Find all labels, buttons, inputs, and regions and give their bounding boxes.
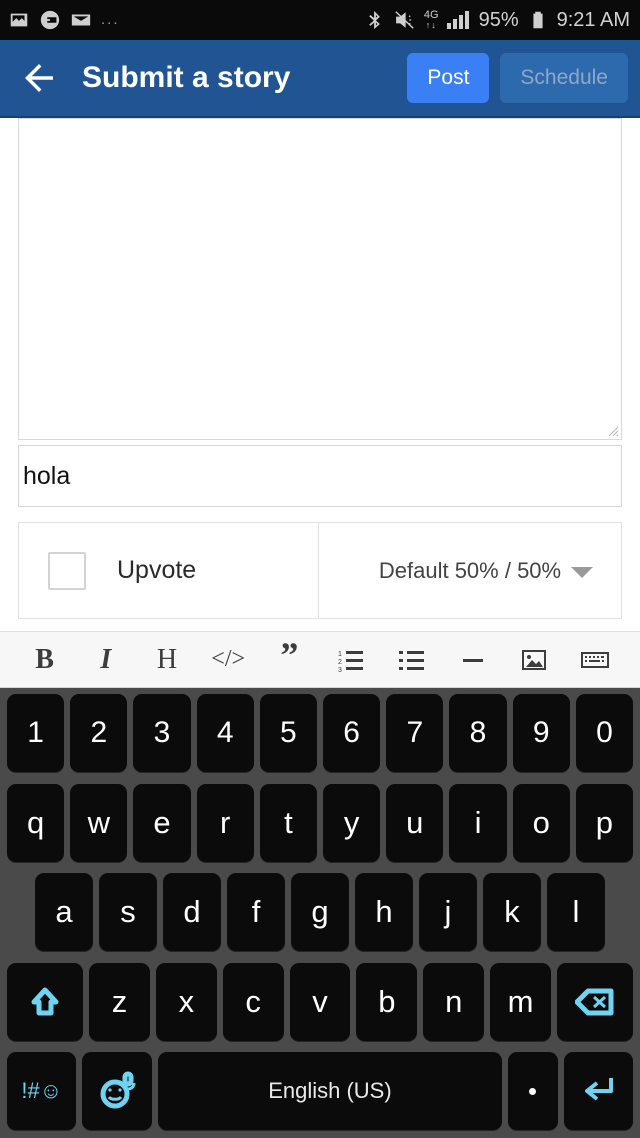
key-9[interactable]: 9 [512, 694, 570, 772]
space-key[interactable]: English (US) [157, 1052, 502, 1130]
reward-dropdown[interactable]: Default 50% / 50% [319, 523, 621, 618]
key-e[interactable]: e [133, 783, 191, 862]
story-options-row: Upvote Default 50% / 50% [18, 522, 622, 619]
period-key[interactable] [507, 1052, 558, 1130]
key-3[interactable]: 3 [133, 694, 191, 772]
story-form: hola Upvote Default 50% / 50% [0, 118, 640, 619]
keyboard-icon[interactable] [573, 638, 617, 682]
download-circle-icon [39, 9, 61, 31]
story-title-value: hola [23, 461, 71, 490]
key-i[interactable]: i [449, 783, 507, 862]
backspace-icon[interactable] [556, 962, 633, 1041]
key-y[interactable]: y [323, 783, 381, 862]
signal-bars-icon [446, 11, 471, 29]
bold-icon[interactable]: B [23, 638, 67, 682]
clock-label: 9:21 AM [556, 8, 630, 31]
image-icon[interactable] [512, 638, 556, 682]
key-m[interactable]: m [490, 962, 551, 1041]
key-a[interactable]: a [35, 873, 93, 951]
code-icon[interactable]: </> [206, 638, 250, 682]
battery-icon [527, 9, 549, 31]
key-r[interactable]: r [196, 783, 254, 862]
key-o[interactable]: o [512, 783, 570, 862]
app-bar: Submit a story Post Schedule [0, 40, 640, 118]
key-6[interactable]: 6 [323, 694, 381, 772]
bluetooth-icon [364, 9, 386, 31]
key-n[interactable]: n [423, 962, 485, 1041]
key-u[interactable]: u [386, 783, 444, 862]
story-body-textarea[interactable] [18, 118, 622, 440]
chevron-down-icon[interactable] [571, 566, 593, 578]
key-8[interactable]: 8 [449, 694, 507, 772]
key-5[interactable]: 5 [259, 694, 317, 772]
key-v[interactable]: v [289, 962, 351, 1041]
svg-text:2: 2 [338, 659, 342, 666]
svg-text:1: 1 [338, 651, 342, 658]
shift-arrow-icon[interactable] [7, 962, 84, 1041]
key-t[interactable]: t [259, 783, 317, 862]
keyboard-row-top: q w e r t y u i o p [4, 783, 636, 862]
keyboard-row-space: !#☺ English (US) [4, 1052, 636, 1130]
quote-icon[interactable]: ” [267, 633, 311, 677]
key-h[interactable]: h [355, 873, 413, 951]
period-dot-icon [529, 1087, 537, 1095]
photo-icon [8, 9, 30, 31]
key-7[interactable]: 7 [386, 694, 444, 772]
vibrate-mute-icon [394, 9, 416, 31]
schedule-button[interactable]: Schedule [500, 53, 628, 103]
key-l[interactable]: l [547, 873, 605, 951]
upvote-option[interactable]: Upvote [19, 523, 319, 618]
svg-text:3: 3 [338, 667, 342, 672]
key-p[interactable]: p [575, 783, 634, 862]
format-toolbar: B I H </> ” 1 2 3 [0, 631, 640, 688]
keyboard-row-bottom: z x c v b n m [4, 962, 636, 1041]
key-d[interactable]: d [163, 873, 221, 951]
ordered-list-icon[interactable]: 1 2 3 [329, 638, 373, 682]
keyboard-row-numbers: 1 2 3 4 5 6 7 8 9 0 [4, 694, 636, 772]
arrow-left-icon[interactable] [18, 57, 60, 99]
key-w[interactable]: w [70, 783, 128, 862]
page-title: Submit a story [82, 61, 291, 94]
resize-handle-icon[interactable] [605, 423, 619, 437]
key-f[interactable]: f [227, 873, 285, 951]
network-type-label: 4G ↑↓ [423, 9, 439, 31]
key-j[interactable]: j [419, 873, 477, 951]
phone-screen: ... 4G ↑↓ 95% 9:21 AM Submit a story Post… [0, 0, 640, 1138]
heading-icon[interactable]: H [145, 638, 189, 682]
story-title-input[interactable]: hola [18, 445, 622, 507]
key-x[interactable]: x [155, 962, 217, 1041]
overflow-dots-icon: ... [101, 11, 120, 28]
status-bar-right: 4G ↑↓ 95% 9:21 AM [356, 9, 630, 32]
emoji-mic-icon[interactable] [82, 1052, 152, 1130]
key-q[interactable]: q [6, 783, 65, 862]
envelope-icon [70, 9, 92, 31]
key-k[interactable]: k [483, 873, 541, 951]
italic-icon[interactable]: I [84, 638, 128, 682]
battery-percent-label: 95% [478, 8, 519, 31]
keyboard-row-home: a s d f g h j k l [4, 873, 636, 951]
bullet-list-icon[interactable] [390, 638, 434, 682]
upvote-label: Upvote [117, 556, 197, 584]
enter-return-icon[interactable] [563, 1052, 634, 1130]
symbols-key[interactable]: !#☺ [7, 1052, 77, 1130]
key-g[interactable]: g [291, 873, 349, 951]
status-bar-left: ... [8, 9, 129, 31]
key-2[interactable]: 2 [70, 694, 128, 772]
key-0[interactable]: 0 [575, 694, 634, 772]
key-s[interactable]: s [99, 873, 157, 951]
key-b[interactable]: b [356, 962, 418, 1041]
key-1[interactable]: 1 [6, 694, 65, 772]
reward-value-label: Default 50% / 50% [378, 557, 562, 583]
key-c[interactable]: c [222, 962, 284, 1041]
post-button[interactable]: Post [407, 53, 490, 103]
on-screen-keyboard: 1 2 3 4 5 6 7 8 9 0 q w e r t y u i o p … [0, 688, 640, 1138]
upvote-checkbox[interactable] [48, 551, 86, 590]
key-z[interactable]: z [89, 962, 150, 1041]
key-4[interactable]: 4 [196, 694, 254, 772]
horizontal-rule-icon[interactable] [451, 638, 495, 682]
status-bar: ... 4G ↑↓ 95% 9:21 AM [0, 0, 640, 40]
